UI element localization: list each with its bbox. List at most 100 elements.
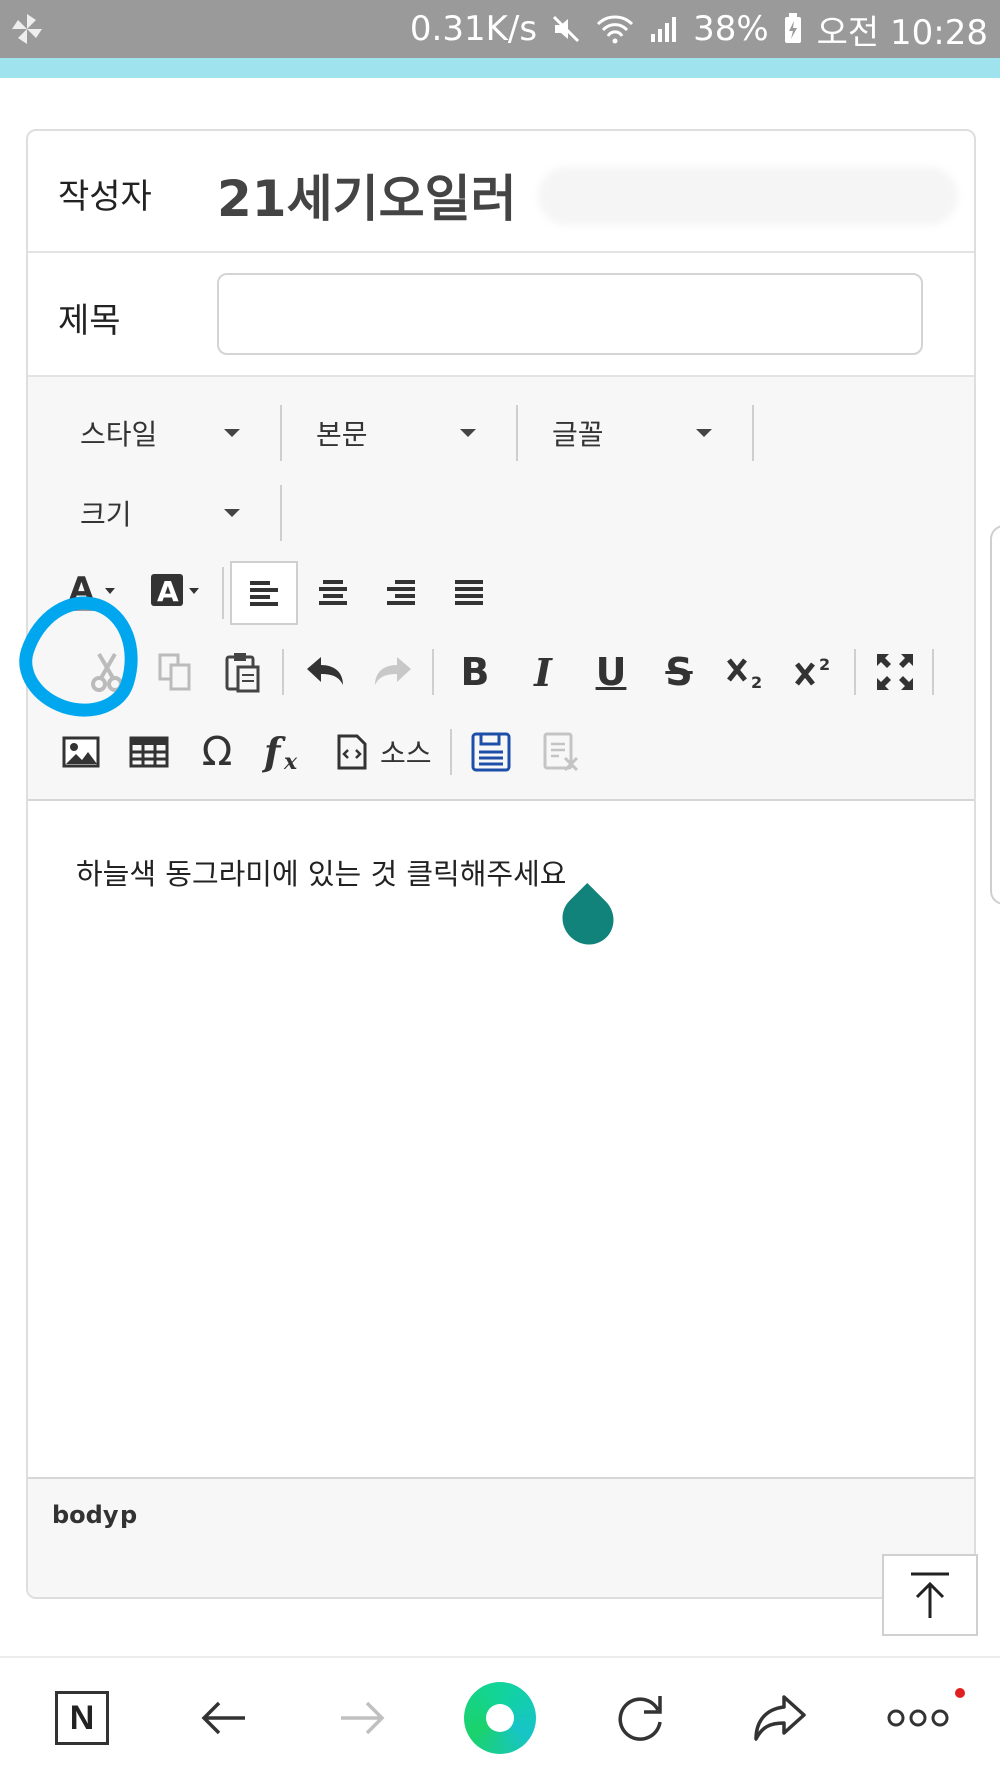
toolbar-separator bbox=[450, 729, 452, 775]
italic-button[interactable]: I bbox=[514, 643, 572, 701]
share-icon bbox=[754, 1695, 806, 1741]
font-combo[interactable]: 글꼴 bbox=[534, 401, 732, 465]
svg-text:f: f bbox=[262, 731, 286, 773]
background-color-icon: A bbox=[151, 574, 199, 608]
superscript-button[interactable]: 2 bbox=[786, 643, 844, 701]
clipboard-icon bbox=[225, 653, 260, 693]
size-combo-label: 크기 bbox=[80, 498, 132, 531]
more-button[interactable] bbox=[878, 1678, 958, 1758]
superscript-icon: 2 bbox=[795, 655, 830, 686]
toolbar-separator bbox=[222, 567, 224, 619]
image-icon bbox=[62, 736, 100, 768]
align-justify-button[interactable] bbox=[440, 563, 498, 621]
arrow-left-icon bbox=[201, 1701, 245, 1735]
net-speed: 0.31K/s bbox=[409, 9, 538, 49]
align-right-button[interactable] bbox=[372, 563, 430, 621]
toolbar-separator bbox=[280, 405, 282, 461]
insert-table-button[interactable] bbox=[120, 723, 178, 781]
copy-icon bbox=[158, 653, 191, 691]
green-dot-button[interactable] bbox=[460, 1678, 540, 1758]
chevron-down-icon bbox=[224, 509, 240, 517]
undo-button[interactable] bbox=[296, 643, 354, 701]
format-combo[interactable]: 본문 bbox=[298, 401, 496, 465]
back-button[interactable] bbox=[184, 1678, 264, 1758]
clock: 오전 10:28 bbox=[816, 12, 988, 53]
background-color-button[interactable]: A bbox=[144, 563, 210, 621]
source-button[interactable]: 소스 bbox=[336, 723, 432, 781]
path-item-body[interactable]: body bbox=[52, 1501, 119, 1529]
battery-icon bbox=[783, 13, 803, 45]
chevron-down-icon bbox=[460, 429, 476, 437]
save-button[interactable] bbox=[462, 723, 520, 781]
align-justify-icon bbox=[455, 580, 483, 605]
author-row: 작성자 21세기오일러 bbox=[28, 131, 974, 253]
author-label: 작성자 bbox=[58, 177, 152, 217]
toolbar-separator bbox=[282, 649, 284, 695]
source-code-icon bbox=[337, 734, 367, 770]
toolbar-separator bbox=[432, 649, 434, 695]
toolbar-separator bbox=[516, 405, 518, 461]
toolbar-separator bbox=[932, 649, 934, 695]
redacted-area bbox=[538, 167, 958, 225]
font-combo-label: 글꼴 bbox=[552, 418, 604, 451]
signal-icon bbox=[649, 14, 679, 44]
bold-button[interactable]: B bbox=[446, 643, 504, 701]
battery-percent: 38% bbox=[693, 9, 769, 49]
cancel-document-icon bbox=[543, 732, 579, 772]
align-center-icon bbox=[319, 580, 347, 605]
svg-text:A: A bbox=[157, 575, 179, 608]
strikethrough-button[interactable]: S bbox=[650, 643, 708, 701]
omega-icon: Ω bbox=[201, 729, 233, 775]
copy-button[interactable] bbox=[146, 643, 204, 701]
align-left-icon bbox=[250, 581, 278, 606]
title-label: 제목 bbox=[58, 301, 121, 341]
svg-text:2: 2 bbox=[751, 673, 762, 692]
element-path-bar: body p bbox=[28, 1477, 974, 1597]
formula-button[interactable]: f x bbox=[256, 723, 314, 781]
status-bar: 0.31K/s 38% 오전 10:28 bbox=[0, 0, 1000, 58]
title-input[interactable] bbox=[217, 273, 923, 355]
maximize-button[interactable] bbox=[866, 643, 924, 701]
size-combo[interactable]: 크기 bbox=[62, 481, 260, 545]
share-button[interactable] bbox=[740, 1678, 820, 1758]
browser-toolbar: N bbox=[0, 1656, 1000, 1778]
format-combo-label: 본문 bbox=[316, 418, 368, 451]
italic-icon: I bbox=[534, 649, 552, 695]
style-combo-label: 스타일 bbox=[80, 418, 158, 451]
forward-button[interactable] bbox=[322, 1678, 402, 1758]
insert-image-button[interactable] bbox=[52, 723, 110, 781]
path-item-p[interactable]: p bbox=[120, 1501, 137, 1529]
bold-icon: B bbox=[460, 650, 490, 694]
svg-text:x: x bbox=[283, 749, 298, 773]
toolbar-separator bbox=[280, 485, 282, 541]
toolbar-separator bbox=[854, 649, 856, 695]
wifi-icon bbox=[595, 14, 635, 44]
paste-button[interactable] bbox=[214, 643, 272, 701]
underline-button[interactable]: U bbox=[582, 643, 640, 701]
editor-content-area[interactable]: 하늘색 동그라미에 있는 것 클릭해주세요 bbox=[28, 801, 974, 1477]
redo-icon bbox=[375, 657, 411, 685]
scroll-to-top-button[interactable] bbox=[882, 1554, 978, 1636]
pinwheel-icon bbox=[12, 14, 42, 44]
text-cursor-handle[interactable] bbox=[551, 882, 625, 956]
strikethrough-icon: S bbox=[665, 650, 693, 694]
special-char-button[interactable]: Ω bbox=[188, 723, 246, 781]
editor-paragraph[interactable]: 하늘색 동그라미에 있는 것 클릭해주세요 bbox=[76, 851, 566, 893]
undo-icon bbox=[307, 657, 343, 685]
refresh-icon bbox=[618, 1696, 662, 1741]
style-combo[interactable]: 스타일 bbox=[62, 401, 260, 465]
mute-icon bbox=[551, 14, 581, 44]
cancel-save-button[interactable] bbox=[532, 723, 590, 781]
naver-home-button[interactable]: N bbox=[42, 1678, 122, 1758]
refresh-button[interactable] bbox=[600, 1678, 680, 1758]
chevron-down-icon bbox=[224, 429, 240, 437]
align-left-button[interactable] bbox=[230, 561, 298, 625]
table-icon bbox=[129, 736, 169, 768]
align-center-button[interactable] bbox=[304, 563, 362, 621]
naver-n-icon: N bbox=[55, 1691, 109, 1745]
redo-button[interactable] bbox=[364, 643, 422, 701]
source-button-label: 소스 bbox=[380, 737, 432, 770]
subscript-button[interactable]: 2 bbox=[718, 643, 776, 701]
arrow-up-icon bbox=[911, 1572, 949, 1618]
side-panel-handle[interactable] bbox=[990, 525, 1000, 905]
